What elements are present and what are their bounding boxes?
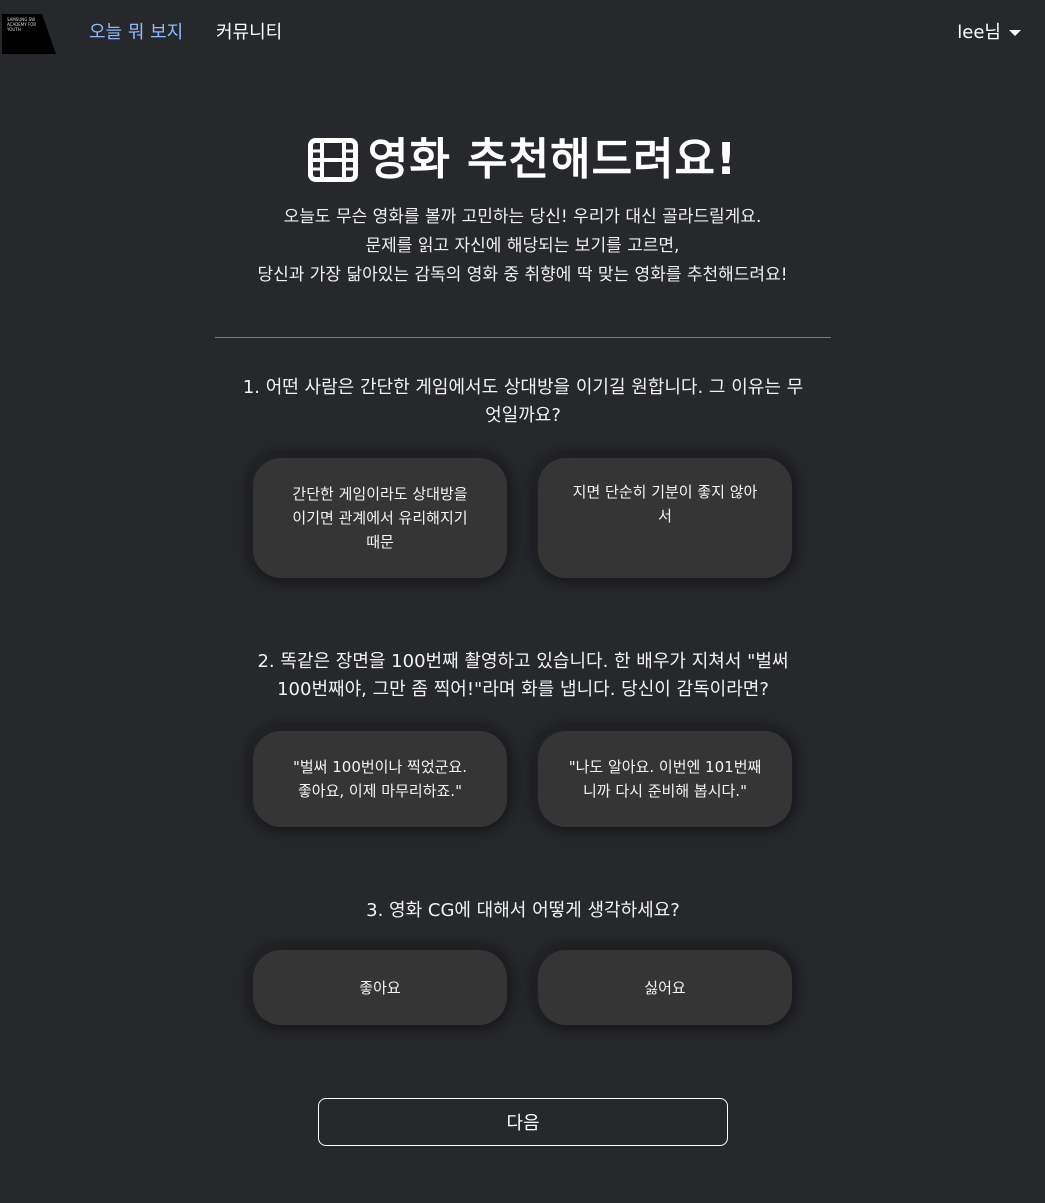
question-line: 2. 똑같은 장면을 100번째 촬영하고 있습니다. 한 배우가 지쳐서 "벌… <box>257 651 789 672</box>
question-2: 2. 똑같은 장면을 100번째 촬영하고 있습니다. 한 배우가 지쳐서 "벌… <box>222 648 824 704</box>
logo-text: SAMSUNG SW ACADEMY FOR YOUTH <box>7 17 37 32</box>
divider <box>215 337 831 338</box>
logo[interactable]: SAMSUNG SW ACADEMY FOR YOUTH <box>2 14 56 54</box>
intro-text: 오늘도 무슨 영화를 볼까 고민하는 당신! 우리가 대신 골라드릴게요. 문제… <box>0 203 1045 290</box>
question-3: 3. 영화 CG에 대해서 어떻게 생각하세요? <box>222 897 824 925</box>
option-line: 때문 <box>366 533 394 551</box>
next-button[interactable]: 다음 <box>318 1098 728 1146</box>
option-line: 이기면 관계에서 유리해지기 <box>292 509 468 527</box>
option-line: "벌써 100번이나 찍었군요. <box>292 758 468 776</box>
question-1-option-b[interactable]: 지면 단순히 기분이 좋지 않아 서 <box>538 458 792 578</box>
option-line: 서 <box>658 507 672 525</box>
option-line: 좋아요 <box>359 978 401 997</box>
option-line: "나도 알아요. 이번엔 101번째 <box>568 758 762 776</box>
option-line: 지면 단순히 기분이 좋지 않아 <box>572 483 758 501</box>
question-line: 1. 어떤 사람은 간단한 게임에서도 상대방을 이기길 원합니다. 그 이유는… <box>242 377 804 398</box>
option-line: 니까 다시 준비해 봅시다." <box>583 782 747 800</box>
option-line: 간단한 게임이라도 상대방을 <box>292 485 468 503</box>
page-title: 영화 추천해드려요! <box>0 130 1045 190</box>
question-line: 100번째야, 그만 좀 찍어!"라며 화를 냅니다. 당신이 감독이라면? <box>277 679 769 700</box>
intro-line: 문제를 읽고 자신에 해당되는 보기를 고르면, <box>365 236 680 256</box>
question-3-option-a[interactable]: 좋아요 <box>253 950 507 1025</box>
question-1-option-a[interactable]: 간단한 게임이라도 상대방을 이기면 관계에서 유리해지기 때문 <box>253 458 507 578</box>
question-1: 1. 어떤 사람은 간단한 게임에서도 상대방을 이기길 원합니다. 그 이유는… <box>222 374 824 430</box>
option-line: 싫어요 <box>644 978 686 997</box>
question-2-option-b[interactable]: "나도 알아요. 이번엔 101번째 니까 다시 준비해 봅시다." <box>538 731 792 827</box>
user-name: lee님 <box>957 22 1001 43</box>
question-line: 엇일까요? <box>485 405 561 426</box>
nav-link-community[interactable]: 커뮤니티 <box>216 22 282 44</box>
title-text: 영화 추천해드려요! <box>367 134 738 185</box>
question-line: 3. 영화 CG에 대해서 어떻게 생각하세요? <box>366 900 680 921</box>
question-2-option-a[interactable]: "벌써 100번이나 찍었군요. 좋아요, 이제 마무리하죠." <box>253 731 507 827</box>
question-3-option-b[interactable]: 싫어요 <box>538 950 792 1025</box>
film-icon <box>307 138 358 182</box>
user-menu[interactable]: lee님 <box>957 22 1021 44</box>
intro-line: 당신과 가장 닮아있는 감독의 영화 중 취향에 딱 맞는 영화를 추천해드려요… <box>257 265 788 285</box>
nav-link-today[interactable]: 오늘 뭐 보지 <box>89 22 183 44</box>
intro-line: 오늘도 무슨 영화를 볼까 고민하는 당신! 우리가 대신 골라드릴게요. <box>283 207 762 227</box>
navbar: SAMSUNG SW ACADEMY FOR YOUTH 오늘 뭐 보지 커뮤니… <box>0 0 1045 66</box>
option-line: 좋아요, 이제 마무리하죠." <box>298 782 462 800</box>
chevron-down-icon <box>1009 30 1021 36</box>
